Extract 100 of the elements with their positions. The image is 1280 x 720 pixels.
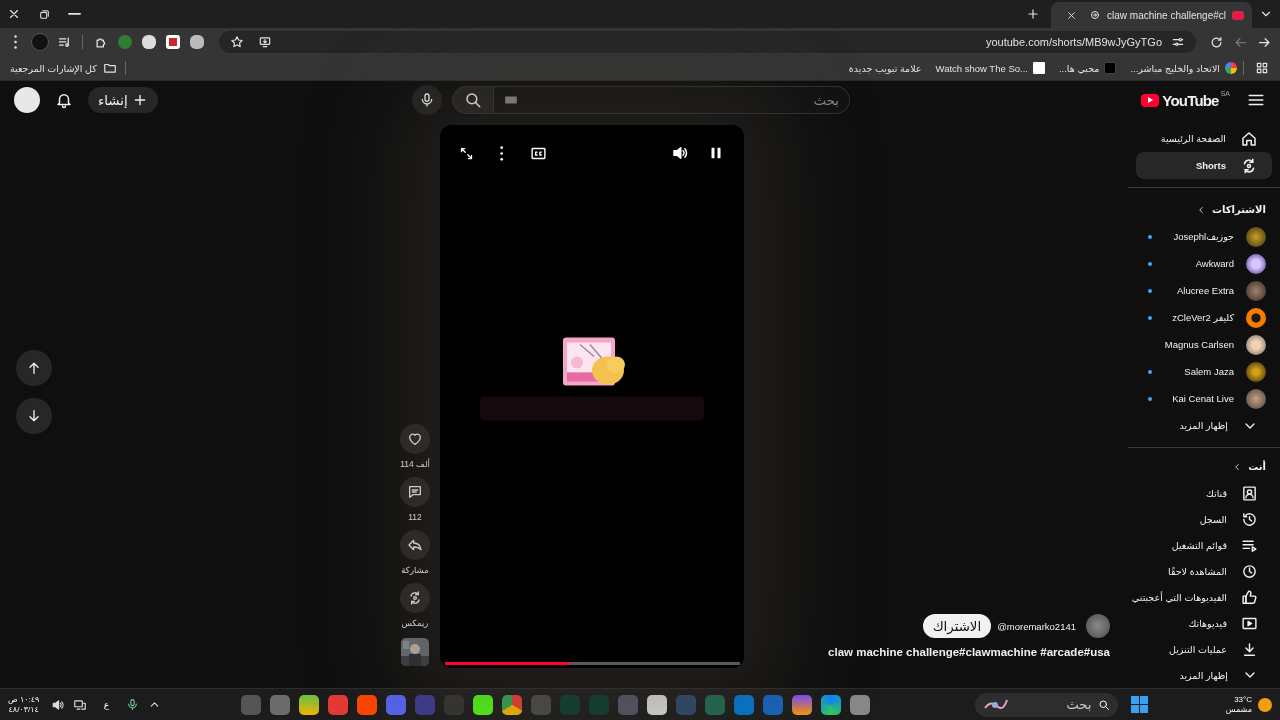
folder-icon <box>102 61 117 75</box>
channel-item[interactable]: Salem Jaza <box>1128 358 1280 385</box>
app-icon[interactable] <box>849 694 870 715</box>
channel-avatar <box>1246 334 1266 355</box>
sidebar-item[interactable]: السجل <box>1136 506 1272 532</box>
remix-button[interactable] <box>400 583 430 613</box>
action-label: 112 <box>408 512 422 522</box>
channel-item[interactable]: Alucree Extra <box>1128 277 1280 304</box>
grid-icon <box>1255 61 1269 75</box>
sun-icon <box>1258 697 1272 712</box>
create-button[interactable]: إنشاء <box>88 87 158 113</box>
bookmark-link[interactable]: الاتحاد والخليج مباشر... <box>1130 62 1237 74</box>
close-icon <box>7 7 21 21</box>
channel-avatar <box>1246 226 1266 247</box>
channel-item[interactable]: Awkward <box>1128 250 1280 277</box>
voice-search-button[interactable] <box>412 85 442 115</box>
channel-item[interactable]: Kai Cenat Live <box>1128 385 1280 412</box>
sidebar-item[interactable]: المشاهدة لاحقًا <box>1136 558 1272 584</box>
app-icon[interactable] <box>820 694 841 715</box>
restore-icon <box>37 7 51 21</box>
share-button[interactable] <box>400 530 430 560</box>
speaker-icon <box>51 697 66 712</box>
network-icon <box>73 697 88 712</box>
microphone-icon <box>125 698 139 711</box>
download-icon <box>1241 640 1258 658</box>
channel-avatar[interactable] <box>1086 614 1110 638</box>
channel-name[interactable]: @moremarko2141 <box>997 620 1076 632</box>
plus-icon <box>1026 7 1041 21</box>
app-icon[interactable] <box>646 694 667 715</box>
sidebar-item[interactable]: Shorts <box>1136 152 1272 179</box>
channel-item[interactable]: كليفر zCleVer2 <box>1128 304 1280 331</box>
sidebar-item[interactable]: قوائم التشغيل <box>1136 532 1272 558</box>
minimize-icon <box>67 13 81 15</box>
close-icon <box>1065 9 1077 21</box>
subscriptions-header[interactable]: الاشتراكات <box>1128 196 1280 223</box>
app-icon[interactable] <box>298 694 319 715</box>
app-icon <box>1032 62 1045 74</box>
bookmark-link[interactable]: علامة تبويب جديدة <box>848 62 922 74</box>
search-button[interactable] <box>452 86 494 114</box>
fullscreen-icon <box>458 145 474 161</box>
speaker-icon <box>671 144 689 162</box>
sidebar-item[interactable]: عمليات التنزيل <box>1136 636 1272 662</box>
app-icon[interactable] <box>791 694 812 715</box>
search-field[interactable]: بحث <box>494 86 850 114</box>
channel-avatar <box>1246 361 1266 382</box>
search-icon <box>1097 698 1110 711</box>
app-icon[interactable] <box>327 694 348 715</box>
share-icon <box>407 537 423 553</box>
more-icon <box>500 145 504 161</box>
sidebar-item[interactable]: قناتك <box>1136 480 1272 506</box>
avatar-button[interactable] <box>14 87 40 113</box>
comment-icon <box>407 484 423 500</box>
remix-icon <box>407 590 423 606</box>
channel-avatar <box>1246 307 1266 328</box>
home-icon <box>1240 129 1258 148</box>
share-icon <box>1089 9 1102 21</box>
comments-button[interactable] <box>400 477 430 507</box>
address-bar[interactable]: youtube.com/shorts/MB9wJyGyTGo <box>219 31 1196 53</box>
sliders-icon <box>1171 35 1185 49</box>
microphone-icon <box>419 92 435 108</box>
channel-avatar <box>1246 388 1266 409</box>
browser-tab[interactable]: claw machine challenge#cl <box>1051 2 1252 28</box>
monitor-icon <box>258 35 272 49</box>
language-indicator[interactable]: ع <box>95 699 118 710</box>
more-icon <box>14 35 18 49</box>
search-icon <box>464 91 482 109</box>
next-button[interactable] <box>16 397 52 434</box>
sidebar-item[interactable]: فيديوهاتك <box>1136 610 1272 636</box>
history-icon <box>1241 510 1258 528</box>
app-icon[interactable] <box>356 694 377 715</box>
video-title: claw machine challenge#clawmachine #arcade#usa <box>828 646 1110 658</box>
tab-title: claw machine challenge#cl <box>1107 9 1226 21</box>
you-header[interactable]: أنت <box>1128 453 1280 480</box>
bookmark-link[interactable]: محبي ها... <box>1058 62 1117 74</box>
action-label: مشاركة <box>401 565 429 575</box>
like-button[interactable] <box>400 424 430 454</box>
heart-icon <box>407 431 423 447</box>
subscribe-button[interactable]: الاشتراك <box>922 614 992 638</box>
app-icon[interactable] <box>501 694 522 715</box>
channel-avatar <box>1246 280 1266 301</box>
bell-icon <box>55 91 73 109</box>
thumbs-up-icon <box>1241 588 1258 606</box>
clock[interactable]: ١٠:٤٩ ص ٤٨/٠٣/١٤ <box>8 694 40 715</box>
action-label: 114 ألف <box>400 459 430 469</box>
sidebar-item[interactable]: الصفحة الرئيسية <box>1136 125 1272 152</box>
user-icon <box>1241 484 1258 502</box>
google-icon <box>1225 62 1237 74</box>
all-bookmarks-button[interactable]: كل الإشارات المرجعية <box>8 61 119 75</box>
arrow-down-icon <box>26 407 42 424</box>
previous-button[interactable] <box>16 349 52 386</box>
app-icon[interactable] <box>472 694 493 715</box>
search-field[interactable]: بحث <box>974 692 1118 717</box>
url-text: youtube.com/shorts/MB9wJyGyTGo <box>985 36 1162 48</box>
channel-item[interactable]: Magnus Carlsen <box>1128 331 1280 358</box>
show-more-item[interactable]: إظهار المزيد <box>1136 412 1272 439</box>
show-more-item[interactable]: إظهار المزيد <box>1136 662 1272 688</box>
bookmark-link[interactable]: Watch show The So... <box>935 62 1045 74</box>
clock-icon <box>1241 562 1258 580</box>
channel-item[interactable]: جوزيفJosephl <box>1128 223 1280 250</box>
action-label: ريمكس <box>401 618 429 628</box>
